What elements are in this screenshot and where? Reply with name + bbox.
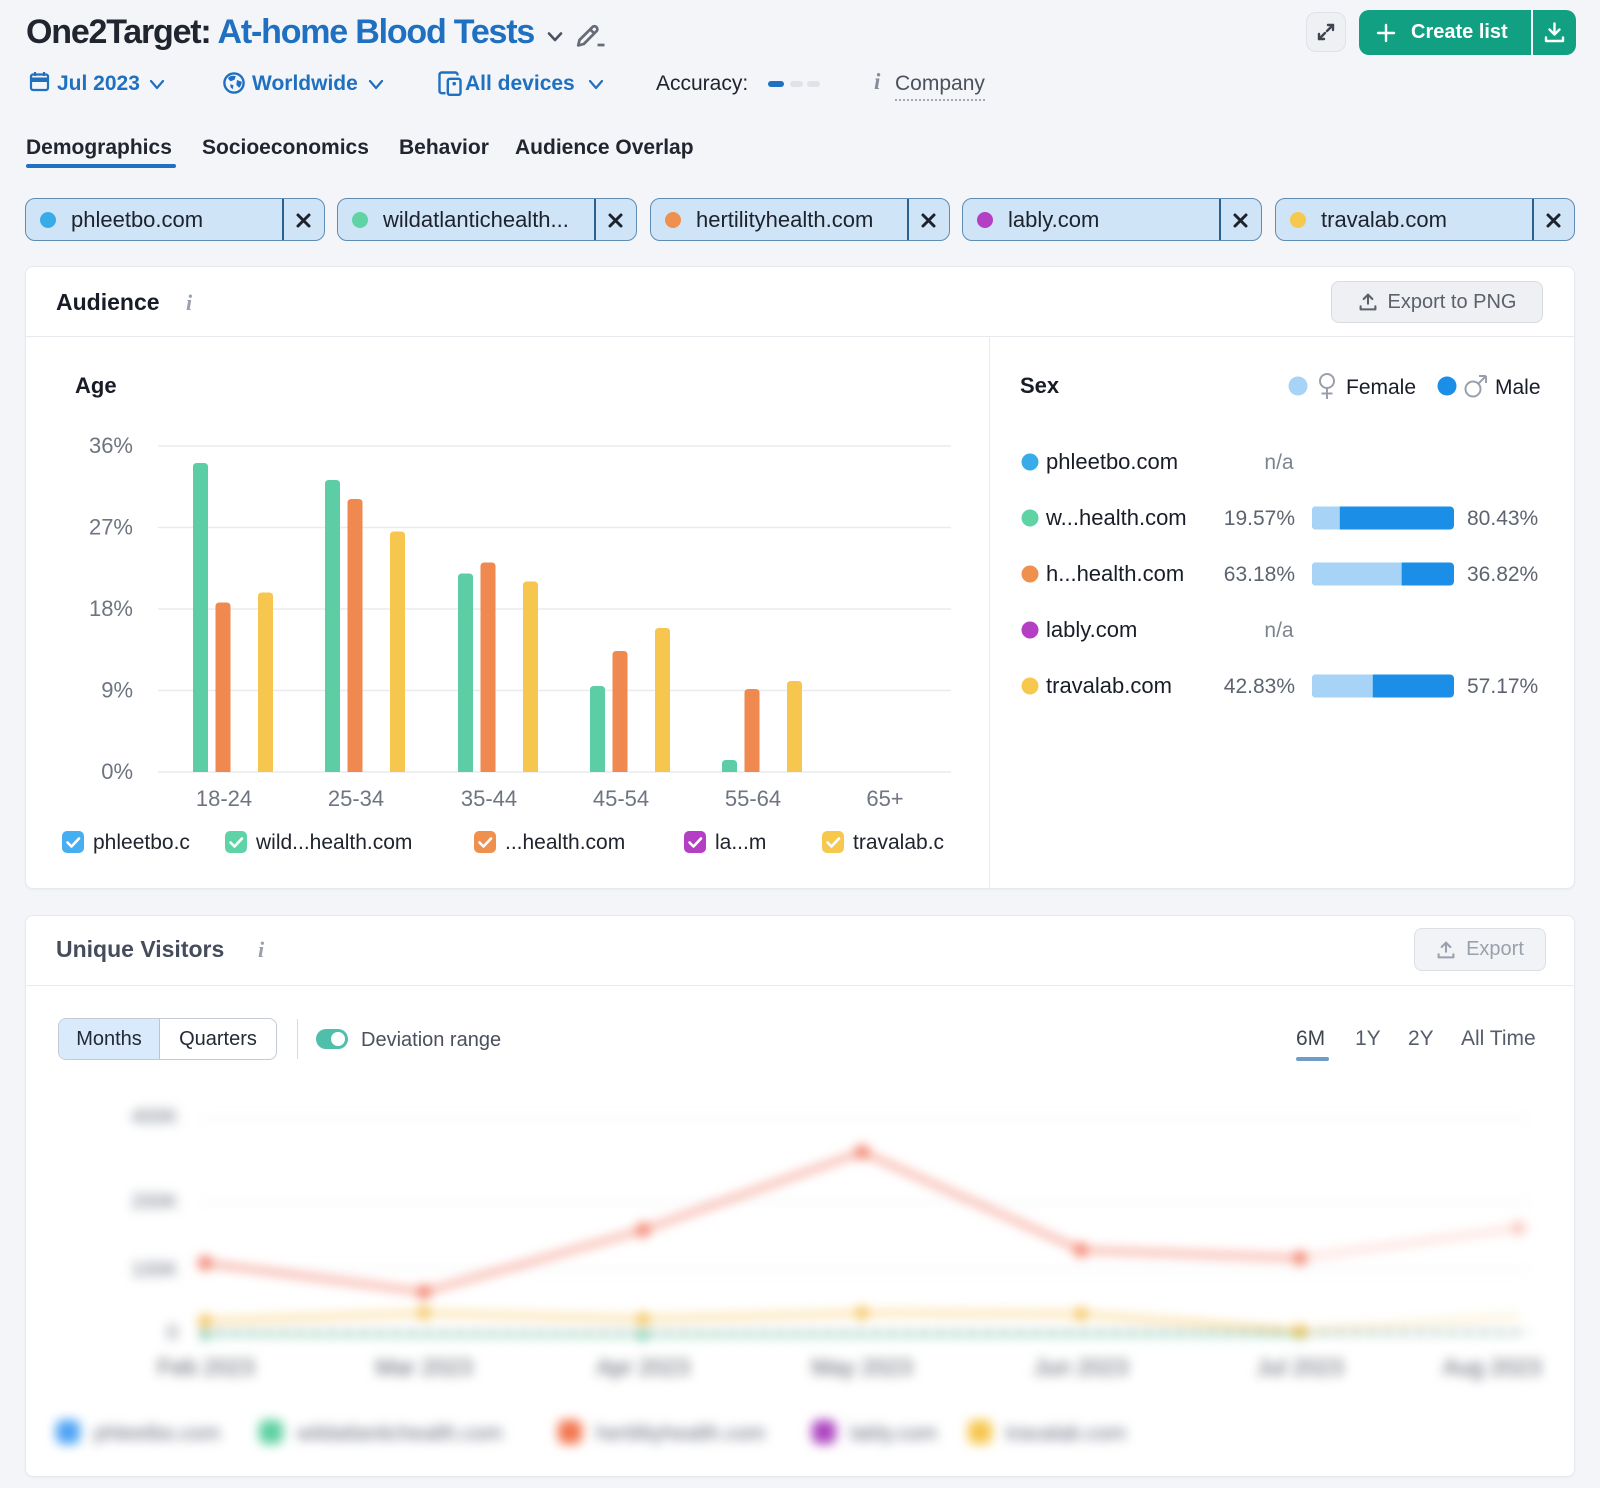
svg-text:0%: 0%	[101, 759, 133, 784]
svg-text:55-64: 55-64	[725, 786, 781, 811]
svg-text:travalab.com: travalab.com	[1046, 673, 1172, 698]
svg-text:Female: Female	[1346, 376, 1416, 399]
svg-text:25-34: 25-34	[328, 786, 384, 811]
svg-text:lably.com: lably.com	[850, 1422, 937, 1445]
svg-text:9%: 9%	[101, 678, 133, 703]
svg-text:0: 0	[167, 1322, 178, 1344]
svg-text:18-24: 18-24	[196, 786, 252, 811]
svg-text:400K: 400K	[131, 1106, 178, 1128]
svg-text:lably.com: lably.com	[1046, 617, 1137, 642]
svg-text:80.43%: 80.43%	[1467, 507, 1538, 530]
svg-text:36%: 36%	[89, 433, 133, 458]
svg-text:200K: 200K	[131, 1191, 178, 1213]
svg-text:w...health.com: w...health.com	[1045, 505, 1187, 530]
svg-text:Feb 2023: Feb 2023	[157, 1354, 254, 1380]
svg-text:27%: 27%	[89, 515, 133, 540]
svg-text:57.17%: 57.17%	[1467, 675, 1538, 698]
svg-text:Sex: Sex	[1020, 373, 1060, 398]
svg-text:...health.com: ...health.com	[505, 831, 625, 854]
svg-text:Male: Male	[1495, 376, 1541, 399]
svg-text:35-44: 35-44	[461, 786, 517, 811]
svg-text:wildatlantichealth.com: wildatlantichealth.com	[296, 1422, 502, 1445]
svg-text:la...m: la...m	[715, 831, 766, 854]
svg-text:phleetbo.com: phleetbo.com	[94, 1422, 220, 1445]
svg-text:n/a: n/a	[1264, 451, 1294, 474]
svg-text:Age: Age	[75, 373, 117, 398]
svg-text:n/a: n/a	[1264, 619, 1294, 642]
svg-text:travalab.com: travalab.com	[1006, 1422, 1126, 1445]
svg-text:Jun 2023: Jun 2023	[1034, 1354, 1129, 1380]
svg-text:phleetbo.c: phleetbo.c	[93, 831, 190, 854]
svg-text:63.18%: 63.18%	[1224, 563, 1295, 586]
svg-text:Aug 2023: Aug 2023	[1443, 1354, 1541, 1380]
svg-text:45-54: 45-54	[593, 786, 649, 811]
svg-text:36.82%: 36.82%	[1467, 563, 1538, 586]
svg-text:65+: 65+	[866, 786, 903, 811]
svg-text:May 2023: May 2023	[811, 1354, 912, 1380]
svg-text:Jul 2023: Jul 2023	[1257, 1354, 1344, 1380]
svg-text:wild...health.com: wild...health.com	[255, 831, 412, 854]
svg-text:18%: 18%	[89, 596, 133, 621]
svg-text:hertilityhealth.com: hertilityhealth.com	[596, 1422, 765, 1445]
svg-text:19.57%: 19.57%	[1224, 507, 1295, 530]
svg-text:phleetbo.com: phleetbo.com	[1046, 449, 1178, 474]
svg-text:Mar 2023: Mar 2023	[375, 1354, 472, 1380]
svg-text:travalab.c: travalab.c	[853, 831, 944, 854]
svg-text:100K: 100K	[131, 1259, 178, 1281]
svg-text:42.83%: 42.83%	[1224, 675, 1295, 698]
svg-text:Apr 2023: Apr 2023	[596, 1354, 689, 1380]
svg-text:h...health.com: h...health.com	[1046, 561, 1184, 586]
